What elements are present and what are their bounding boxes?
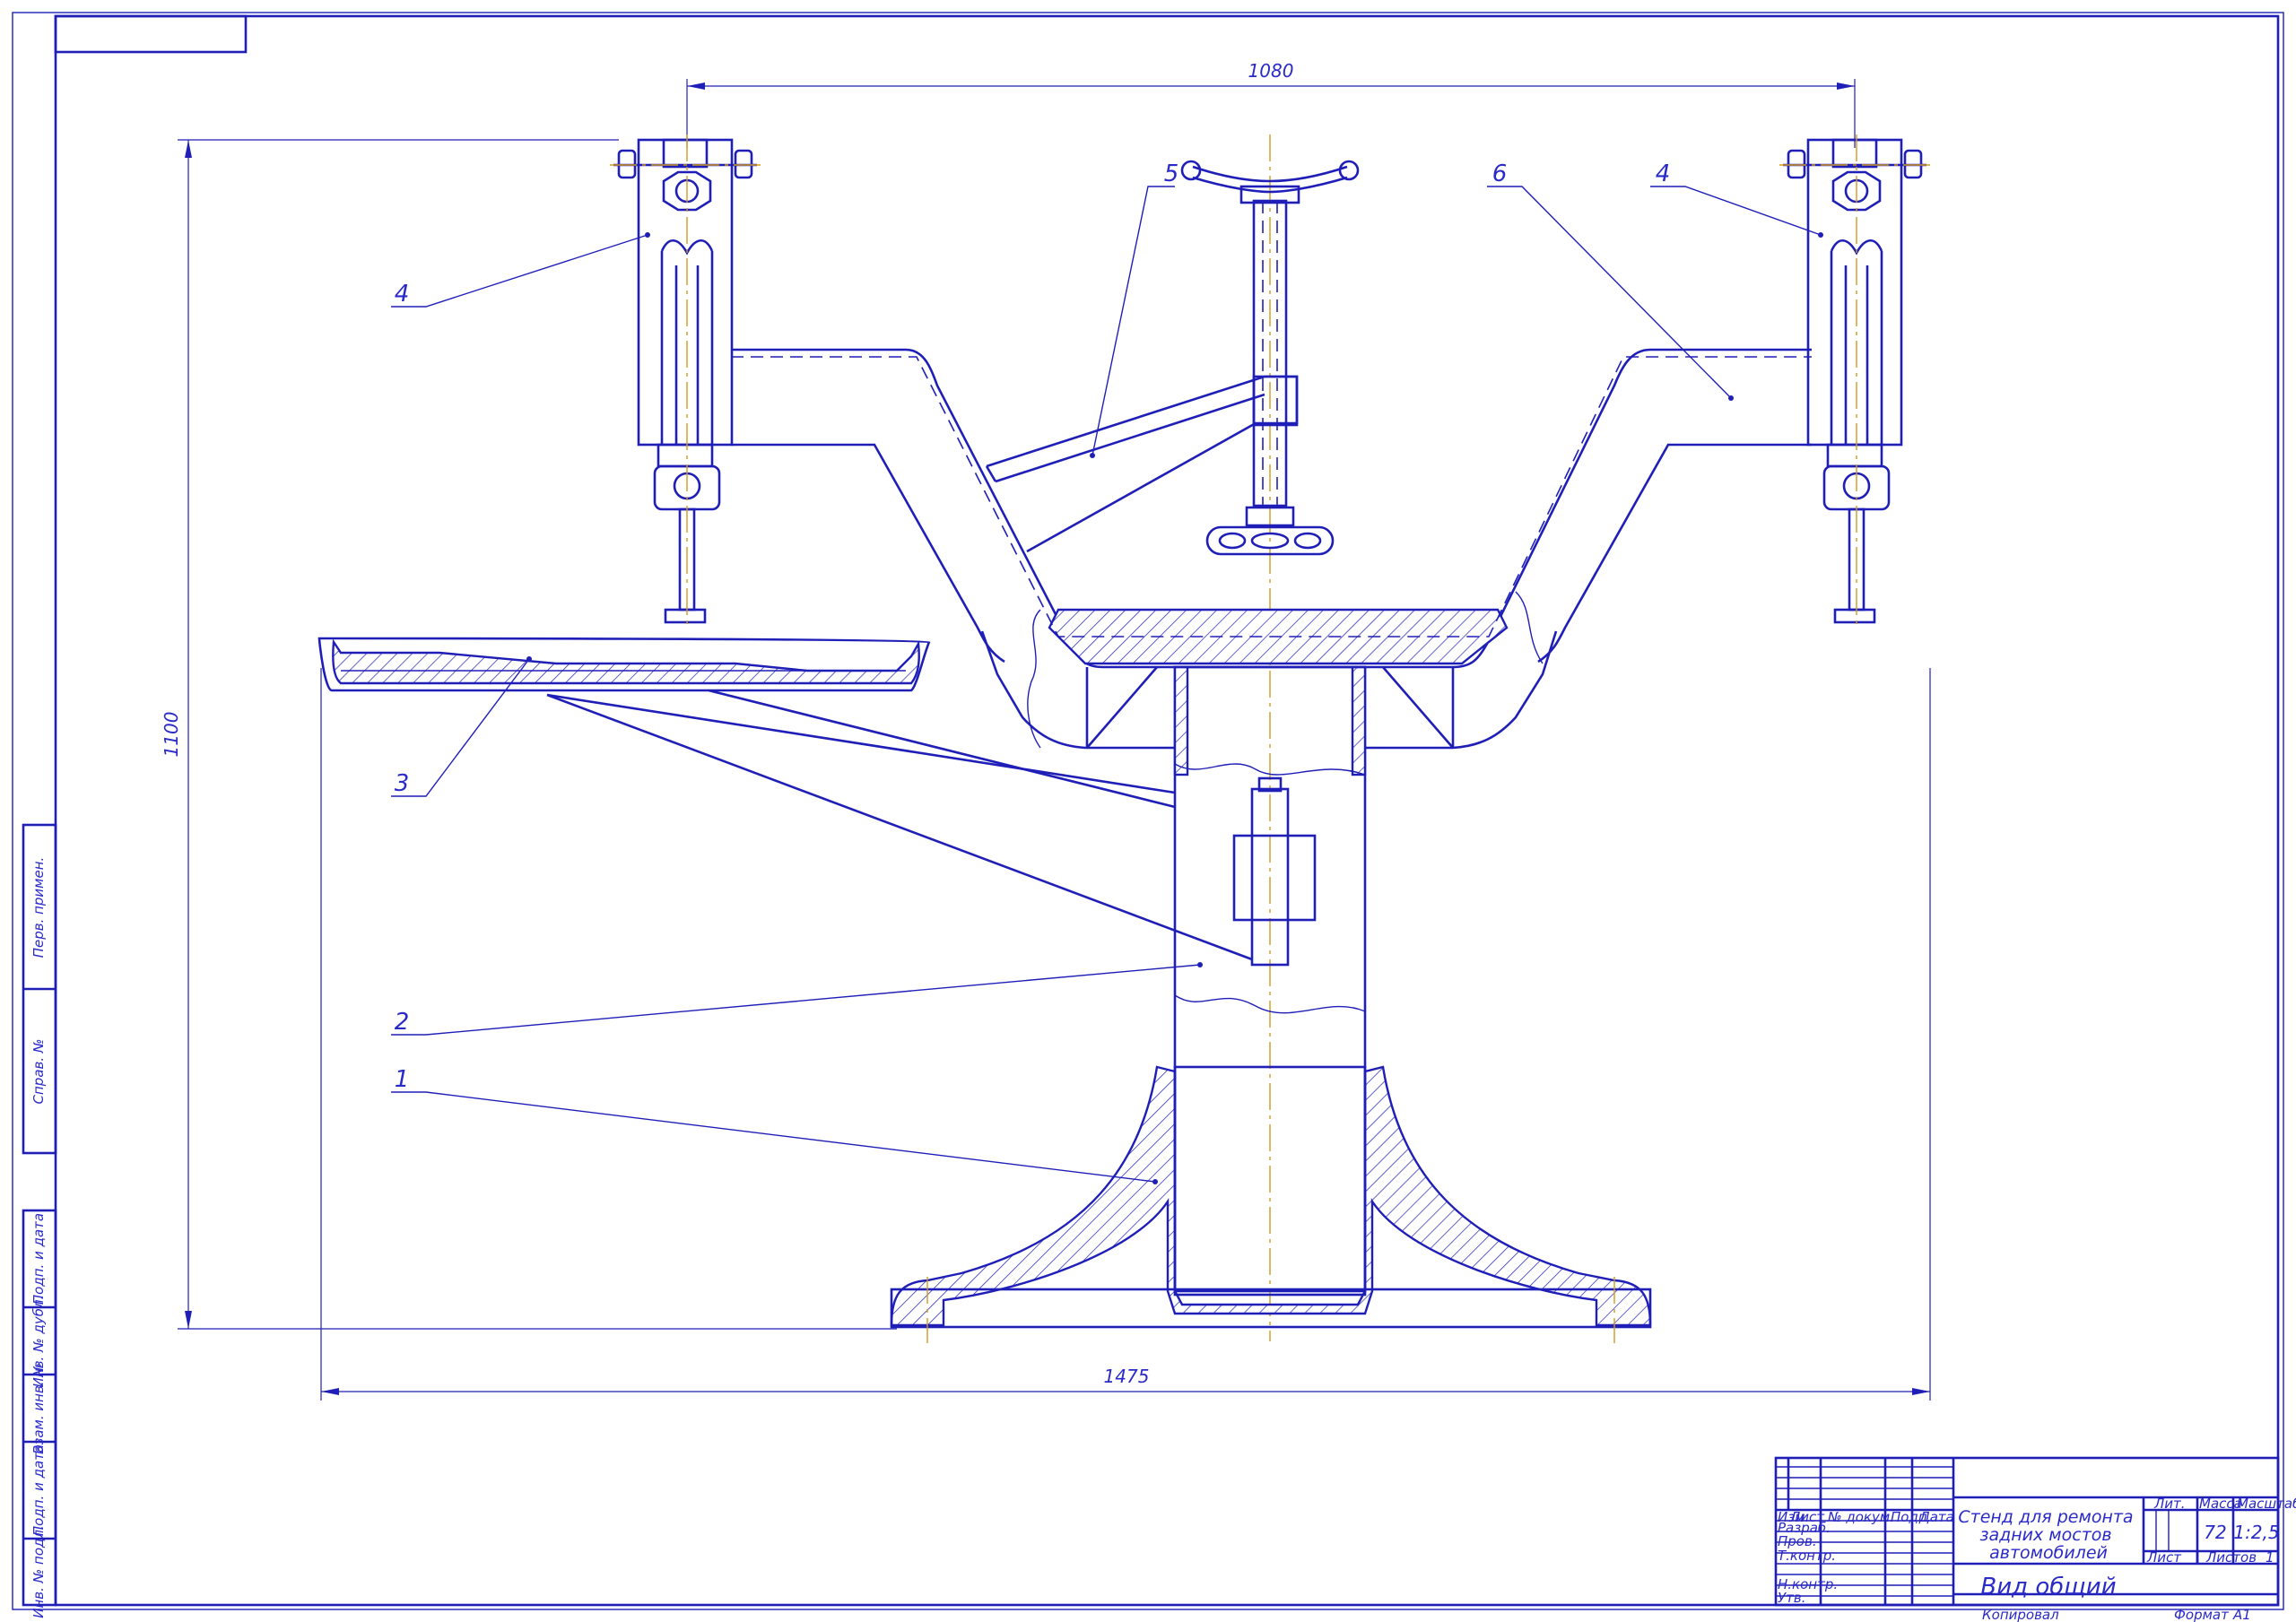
callout-4-right-label: 4 [1656,160,1671,187]
callout-2: 2 [391,962,1203,1036]
tb-view-name: Вид общий [1980,1574,2116,1600]
callout-4-left: 4 [391,232,650,308]
tb-mass-label: Масса [2199,1496,2242,1512]
side-stamp: Перв. примен. Справ. № Подп. и дата Инв.… [22,823,57,1618]
callout-1-label: 1 [395,1066,410,1093]
callout-5-label: 5 [1164,160,1179,187]
tb-row-approved: Утв. [1778,1590,1806,1606]
side-stamp-label-1: Перв. примен. [30,857,47,958]
tb-mass-value: 72 [2204,1522,2226,1543]
side-stamp-label-3: Подп. и дата [30,1213,47,1305]
tb-row-tcontrol: Т.контр. [1778,1548,1836,1564]
dimension-top: 1080 [686,60,1856,148]
side-stamp-label-2: Справ. № [30,1039,47,1105]
side-stamp-label-7: Инв. № подл. [30,1525,47,1618]
callout-3-label: 3 [395,770,410,797]
clamp-left [610,134,762,628]
callout-2-label: 2 [395,1009,410,1036]
assembly-drawing: Перв. примен. Справ. № Подп. и дата Инв.… [12,12,2296,1622]
callout-6-label: 6 [1492,160,1508,187]
callout-6: 6 [1487,160,1734,401]
tb-title: Стенд для ремонта задних мостов автомоби… [1958,1507,2138,1563]
tb-col-date: Дата [1918,1509,1954,1525]
clamp-right [1779,134,1932,628]
dimension-bottom-value: 1475 [1104,1366,1150,1387]
dimension-height: 1100 [161,139,897,1330]
base-casting [890,1065,1652,1343]
title-block: Изм Лист № докум. Подп. Дата Разраб. Про… [1774,1456,2296,1622]
callout-1: 1 [391,1066,1158,1184]
tb-format-value: A1 [2232,1607,2251,1622]
tb-lit-label: Лит. [2153,1496,2186,1512]
brace-and-screw [985,160,1360,556]
top-left-stamp [54,14,248,54]
callout-4-left-label: 4 [395,281,410,308]
dimension-top-value: 1080 [1248,60,1294,82]
tb-format-label: Формат [2174,1607,2230,1622]
callout-4-right: 4 [1650,160,1823,238]
tb-copied: Копировал [1982,1607,2059,1622]
side-stamp-label-6: Подп. и дата [30,1444,47,1536]
tb-sheet-label: Лист [2146,1549,2182,1566]
tray-bracket [317,637,1253,961]
dimension-bottom: 1475 [320,668,1931,1401]
tb-sheets-label: Листов [2205,1549,2257,1566]
callout-5: 5 [1090,160,1178,458]
tb-scale-value: 1:2,5 [2233,1522,2279,1543]
side-stamp-label-5: Взам. инв. № [30,1363,47,1454]
tb-scale-label: Масштаб [2237,1496,2296,1512]
tb-sheets-value: 1 [2266,1549,2274,1566]
tb-col-doc: № докум. [1827,1509,1894,1525]
dimension-height-value: 1100 [161,712,182,758]
